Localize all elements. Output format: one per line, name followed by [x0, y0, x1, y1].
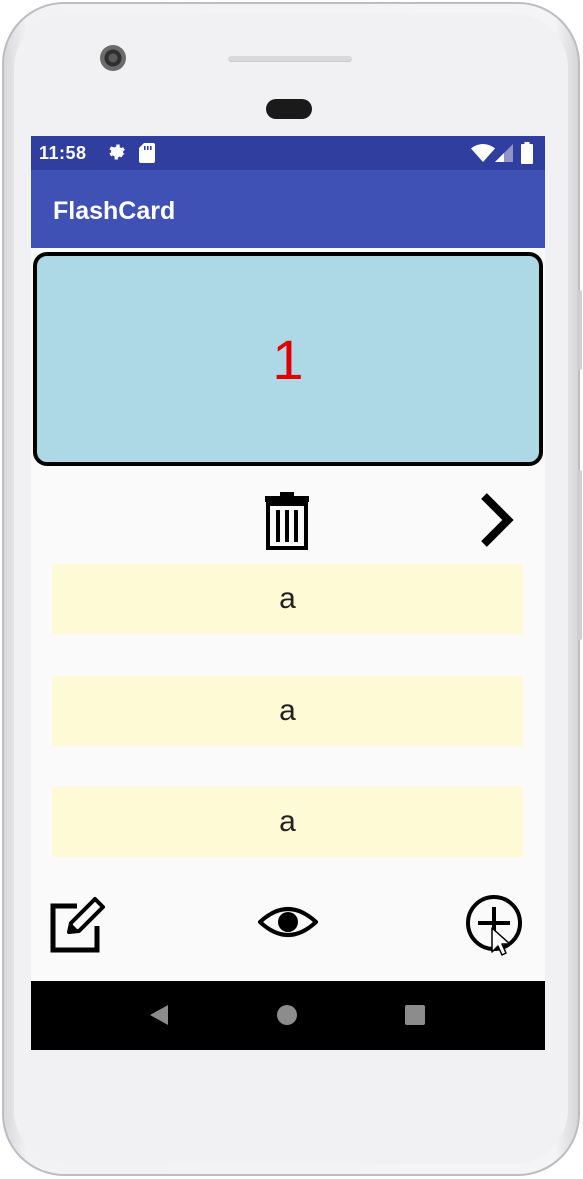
volume-button: [577, 470, 582, 640]
app-title: FlashCard: [53, 197, 176, 225]
reveal-button[interactable]: [257, 902, 319, 946]
next-button[interactable]: [471, 492, 521, 552]
front-camera: [100, 45, 126, 71]
settings-icon: [107, 142, 127, 167]
edit-button[interactable]: [49, 896, 111, 956]
earpiece: [266, 99, 312, 119]
flashcard-text: 1: [272, 327, 304, 391]
add-button[interactable]: [463, 894, 525, 962]
status-time: 11:58: [39, 143, 87, 163]
edit-icon: [49, 894, 111, 959]
screen: 11:58 FlashCard 1 a a a: [31, 136, 545, 1050]
app-bar: FlashCard: [31, 170, 545, 248]
sd-card-icon: [139, 143, 155, 168]
delete-button[interactable]: [263, 490, 311, 555]
trash-icon: [263, 490, 311, 555]
flashcard[interactable]: 1: [33, 252, 543, 466]
battery-icon: [521, 142, 533, 169]
eye-icon: [257, 902, 319, 947]
speaker-grille: [228, 56, 352, 62]
answer-option-1[interactable]: a: [52, 564, 523, 634]
wifi-icon: [471, 144, 495, 167]
add-circle-icon: [463, 892, 525, 965]
status-bar: 11:58: [31, 136, 545, 170]
chevron-right-icon: [476, 490, 516, 555]
signal-icon: [495, 144, 513, 167]
home-icon[interactable]: [273, 1001, 301, 1029]
recents-icon[interactable]: [401, 1001, 429, 1029]
answer-option-2[interactable]: a: [52, 676, 523, 746]
navigation-bar: [31, 981, 545, 1050]
back-icon[interactable]: [145, 1001, 173, 1029]
answer-option-3[interactable]: a: [52, 787, 523, 857]
power-button: [577, 290, 582, 370]
